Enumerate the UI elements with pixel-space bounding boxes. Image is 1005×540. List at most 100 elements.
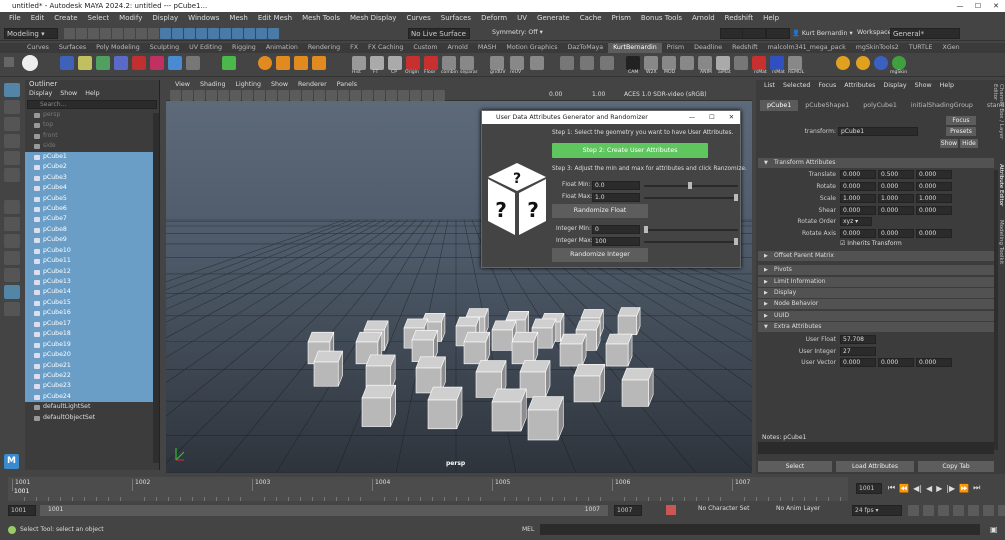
- film-gate-icon[interactable]: [230, 90, 241, 101]
- outliner-item[interactable]: pCube16: [25, 308, 153, 319]
- cube-mesh[interactable]: [573, 364, 606, 403]
- menu-mesh-tools[interactable]: Mesh Tools: [297, 12, 345, 25]
- misc2-icon[interactable]: [580, 56, 594, 70]
- anim-layer-dropdown[interactable]: No Anim Layer: [776, 505, 820, 512]
- xray-joints-icon[interactable]: [422, 90, 433, 101]
- time-slider[interactable]: 1001 1002 1003 1004 1005 1006 1007 1001 1001 ⏮…: [0, 474, 1005, 504]
- show-manip-icon[interactable]: [4, 200, 20, 214]
- section-display[interactable]: ▶ Display: [758, 288, 994, 298]
- translate-y-field[interactable]: 0.500: [878, 170, 914, 179]
- combine-icon[interactable]: [442, 56, 456, 70]
- ae-menu-display[interactable]: Display: [879, 80, 910, 92]
- scale-z-field[interactable]: 1.000: [916, 194, 952, 203]
- select-tool-icon[interactable]: [4, 83, 20, 97]
- outliner-item[interactable]: pCube8: [25, 224, 153, 236]
- ao-icon[interactable]: [362, 90, 373, 101]
- snap-plane-icon[interactable]: [196, 28, 207, 39]
- sound-icon[interactable]: [923, 505, 934, 516]
- maya-m-icon[interactable]: M: [4, 454, 19, 469]
- float-min-knob[interactable]: [688, 182, 692, 189]
- dialog-close-button[interactable]: ✕: [729, 111, 734, 124]
- cube-mesh[interactable]: [491, 388, 527, 432]
- current-frame-field[interactable]: 1001: [856, 483, 882, 494]
- shelf-tab-malcolm341-mega-pack[interactable]: malcolm341_mega_pack: [763, 43, 851, 53]
- xray-components-icon[interactable]: [434, 90, 445, 101]
- single-view-icon[interactable]: [4, 217, 20, 231]
- viewport-menu-show[interactable]: Show: [266, 80, 293, 90]
- shear-z-field[interactable]: 0.000: [916, 206, 952, 215]
- menu-curves[interactable]: Curves: [401, 12, 435, 25]
- shelf-tab-daztomaya[interactable]: DazToMaya: [563, 43, 609, 53]
- outliner-layout-icon[interactable]: [4, 268, 20, 282]
- prefs-icon[interactable]: [953, 505, 964, 516]
- color-space-dropdown[interactable]: ACES 1.0 SDR-video (sRGB): [624, 91, 707, 98]
- presets-button[interactable]: Presets: [946, 127, 976, 136]
- origin-icon[interactable]: [406, 56, 420, 70]
- viewport-menu-panels[interactable]: Panels: [332, 80, 362, 90]
- cube-mesh[interactable]: [463, 331, 491, 365]
- shelf-tab-rendering[interactable]: Rendering: [303, 43, 345, 53]
- undo-icon[interactable]: [100, 28, 111, 39]
- outliner-item[interactable]: pCube19: [25, 339, 153, 351]
- rig-icon[interactable]: [680, 56, 694, 70]
- int-min-slider[interactable]: [644, 226, 738, 233]
- scale-tool-icon[interactable]: [4, 168, 20, 182]
- ae-menu-list[interactable]: List: [760, 80, 779, 92]
- rotate-axis-y-field[interactable]: 0.000: [878, 229, 914, 238]
- shelf-tab-redshift[interactable]: Redshift: [727, 43, 763, 53]
- menu-arnold[interactable]: Arnold: [687, 12, 720, 25]
- cube-mesh[interactable]: [511, 331, 539, 365]
- section-pivots[interactable]: ▶ Pivots: [758, 265, 994, 275]
- ft-icon[interactable]: [370, 56, 384, 70]
- layout-icon[interactable]: [4, 251, 20, 265]
- time-slider-track[interactable]: [8, 477, 848, 501]
- scale-x-field[interactable]: 1.000: [840, 194, 876, 203]
- ae-tab-pcube1[interactable]: pCube1: [760, 100, 799, 111]
- float-max-slider[interactable]: [644, 194, 738, 201]
- shelf-tab-arnold[interactable]: Arnold: [443, 43, 473, 53]
- outliner-item[interactable]: pCube21: [25, 360, 153, 371]
- outliner-camera-top[interactable]: top: [25, 120, 159, 130]
- hypershade-icon[interactable]: [268, 28, 279, 39]
- cube-mesh[interactable]: [313, 350, 344, 387]
- shelf-tab-animation[interactable]: Animation: [261, 43, 303, 53]
- move-tool-icon[interactable]: [4, 134, 20, 148]
- outliner-set[interactable]: defaultObjectSet: [25, 413, 159, 423]
- orange-sphere-icon[interactable]: [258, 56, 272, 70]
- cube-mesh[interactable]: [605, 333, 633, 367]
- go-end-icon[interactable]: ⏭: [973, 483, 980, 493]
- outliner-item[interactable]: pCube12: [25, 266, 153, 277]
- maximize-button[interactable]: ☐: [969, 0, 987, 12]
- anim-prefs-icon[interactable]: [983, 505, 994, 516]
- gear-icon[interactable]: [186, 56, 200, 70]
- hist-icon[interactable]: [352, 56, 366, 70]
- render-icon[interactable]: [232, 28, 243, 39]
- shelf-tab-rigging[interactable]: Rigging: [227, 43, 261, 53]
- ae-menu-selected[interactable]: Selected: [779, 80, 814, 92]
- outliner-menu-help[interactable]: Help: [85, 89, 99, 99]
- outliner-camera-persp[interactable]: persp: [25, 110, 159, 120]
- shelf-tab-motion-graphics[interactable]: Motion Graphics: [501, 43, 562, 53]
- save-icon[interactable]: [60, 56, 74, 70]
- int-max-field[interactable]: 100: [592, 237, 640, 246]
- inherits-transform-checkbox[interactable]: ☑ Inherits Transform: [840, 240, 902, 247]
- outliner-item[interactable]: pCube20: [25, 350, 153, 361]
- shelf-tab-custom[interactable]: Custom: [408, 43, 442, 53]
- safe-action-icon[interactable]: [278, 90, 289, 101]
- outliner-item[interactable]: pCube15: [25, 297, 153, 309]
- float-max-knob[interactable]: [734, 194, 738, 201]
- shelf-tab-uv-editing[interactable]: UV Editing: [184, 43, 227, 53]
- swap-icon[interactable]: [168, 56, 182, 70]
- int-min-field[interactable]: 0: [592, 225, 640, 234]
- red-icon[interactable]: [132, 56, 146, 70]
- shelf-tab-prism[interactable]: Prism: [662, 43, 689, 53]
- outliner-item[interactable]: pCube9: [25, 235, 153, 246]
- a-icon[interactable]: [836, 56, 850, 70]
- select-button[interactable]: Select: [758, 461, 832, 472]
- camera-attr-icon[interactable]: [182, 90, 193, 101]
- range-bar[interactable]: 1001 1007: [40, 505, 608, 516]
- outliner-set[interactable]: defaultLightSet: [25, 402, 159, 412]
- key-icon[interactable]: [968, 505, 979, 516]
- section-node-behavior[interactable]: ▶ Node Behavior: [758, 299, 994, 309]
- render-settings-icon[interactable]: [256, 28, 267, 39]
